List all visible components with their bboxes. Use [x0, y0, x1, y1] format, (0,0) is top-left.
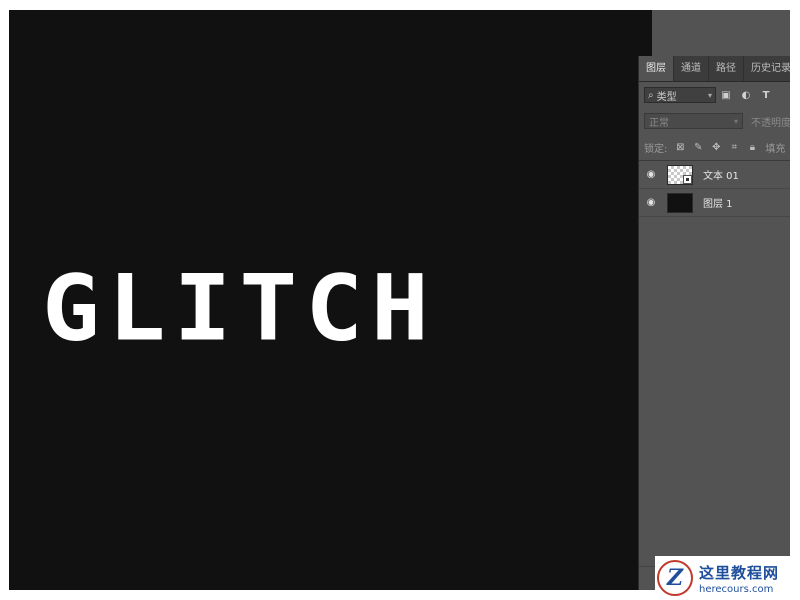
panel-tabs: 图层 通道 路径 历史记录	[639, 56, 790, 82]
site-watermark: Z 这里教程网 herecours.com	[655, 556, 800, 600]
smart-object-icon	[683, 174, 692, 184]
document-canvas[interactable]: GLITCH	[9, 10, 652, 590]
watermark-title: 这里教程网	[699, 563, 780, 582]
blend-mode-value: 正常	[649, 117, 669, 129]
opacity-label: 不透明度	[751, 117, 790, 129]
tab-channels[interactable]: 通道	[674, 56, 709, 81]
layer-thumbnail	[667, 164, 693, 185]
lock-label: 锁定:	[644, 143, 668, 155]
lock-paint-icon[interactable]: ✎	[689, 142, 707, 153]
lock-transparent-icon[interactable]: ⊠	[671, 142, 689, 153]
chevron-down-icon: ▾	[707, 90, 712, 100]
layer-name: 文本 01	[703, 171, 739, 182]
blend-mode-select[interactable]: 正常 ▾	[644, 113, 743, 129]
watermark-url: herecours.com	[699, 583, 774, 595]
layer-name: 图层 1	[703, 199, 733, 210]
layer-thumbnail	[667, 192, 693, 213]
layers-panel: 图层 通道 路径 历史记录 ⌕ 类型 ▾ ▣ ◐ T 正常 ▾ 不透明度 锁定:…	[638, 56, 790, 590]
blend-row: 正常 ▾ 不透明度	[639, 108, 790, 134]
lock-row: 锁定: ⊠ ✎ ✥ ⌗ 🔒︎ 填充	[639, 134, 790, 160]
layer-row-layer1[interactable]: ◉ 图层 1	[639, 189, 790, 217]
eye-icon[interactable]: ◉	[643, 169, 659, 180]
tab-history[interactable]: 历史记录	[744, 56, 790, 81]
filter-label: 类型	[656, 91, 677, 103]
lock-position-icon[interactable]: ✥	[707, 142, 725, 153]
watermark-text: 这里教程网 herecours.com	[699, 562, 779, 595]
site-logo-icon: Z	[657, 560, 693, 596]
type-filter-icon[interactable]: T	[756, 90, 776, 101]
layer-row-text01[interactable]: ◉ 文本 01	[639, 161, 790, 189]
layer-filter-select[interactable]: ⌕ 类型 ▾	[644, 87, 716, 103]
adjustment-filter-icon[interactable]: ◐	[736, 90, 756, 101]
logo-letter: Z	[666, 565, 684, 591]
image-filter-icon[interactable]: ▣	[716, 90, 736, 101]
eye-icon[interactable]: ◉	[643, 197, 659, 208]
tab-paths[interactable]: 路径	[709, 56, 744, 81]
lock-artboard-icon[interactable]: ⌗	[725, 142, 743, 153]
glitch-text: GLITCH	[42, 254, 437, 362]
lock-all-icon[interactable]: 🔒︎	[743, 142, 761, 153]
chevron-down-icon: ▾	[733, 116, 738, 126]
filter-row: ⌕ 类型 ▾ ▣ ◐ T	[639, 82, 790, 108]
tab-layers[interactable]: 图层	[639, 56, 674, 81]
search-icon: ⌕	[648, 89, 654, 101]
app-window: GLITCH 图层 通道 路径 历史记录 ⌕ 类型 ▾ ▣ ◐ T 正常 ▾ 不…	[9, 10, 790, 590]
fill-label: 填充	[765, 143, 786, 155]
